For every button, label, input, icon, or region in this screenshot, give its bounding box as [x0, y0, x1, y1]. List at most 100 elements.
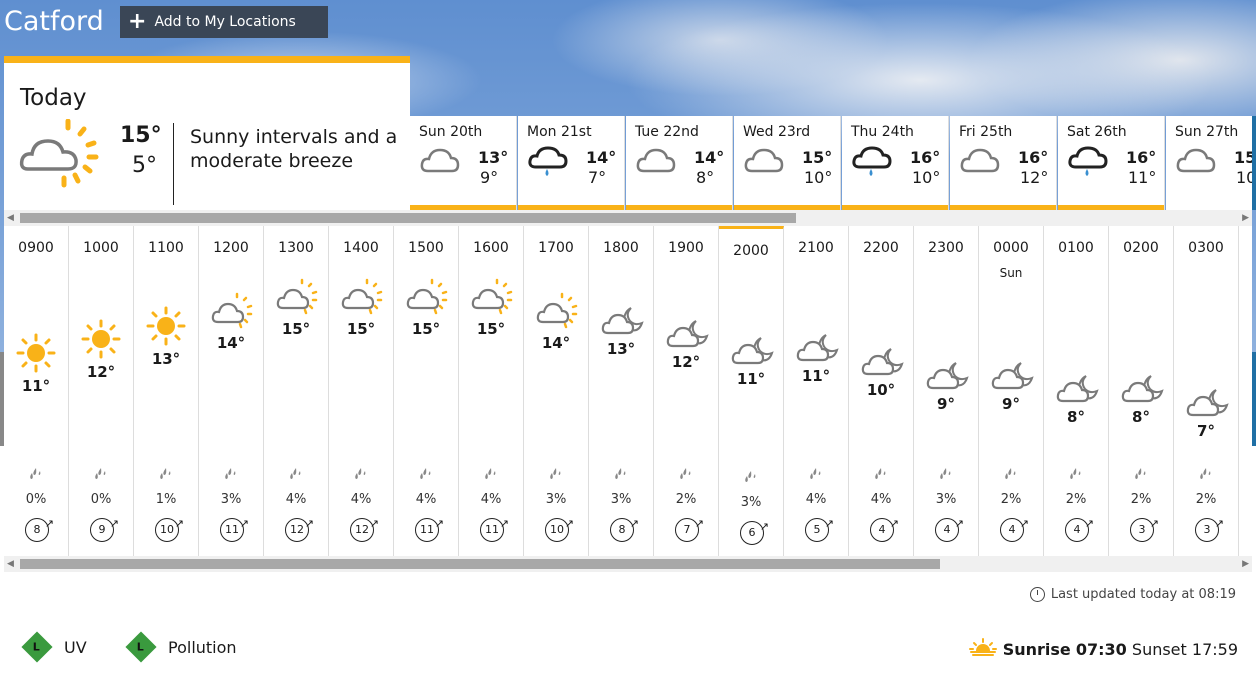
scrollbar-thumb[interactable] [20, 213, 796, 223]
hour-column[interactable]: 0300 7° 2% 3 ↗ [1174, 226, 1239, 556]
rain-chance: 3% [935, 492, 957, 507]
light-rain-icon [528, 146, 568, 182]
hour-column[interactable]: 1500 15° 4% 11 ↗ [394, 226, 459, 556]
day-tab-5[interactable]: Fri 25th 16° 12° [950, 116, 1057, 210]
add-to-locations-button[interactable]: + Add to My Locations [120, 6, 328, 38]
rain-chance: 4% [350, 492, 372, 507]
partly-cloudy-night-icon [1056, 374, 1100, 408]
uv-indicator[interactable]: L UV [21, 631, 87, 663]
sunset-time: 17:59 [1191, 639, 1238, 659]
partly-cloudy-night-icon [991, 361, 1035, 395]
wind-speed-badge: 11 ↗ [480, 517, 509, 542]
wind-speed-badge: 8 ↗ [610, 517, 639, 542]
day-tab-6[interactable]: Sat 26th 16° 11° [1058, 116, 1165, 210]
scroll-right-arrow-icon[interactable]: ▶ [1242, 559, 1249, 569]
hour-column[interactable]: 2200 10° 4% 4 ↗ [849, 226, 914, 556]
pollution-level-badge: L [125, 631, 157, 663]
scroll-left-arrow-icon[interactable]: ◀ [7, 213, 14, 223]
day-tab-7[interactable]: Sun 27th15°10° [1166, 116, 1256, 210]
light-rain-icon [1068, 146, 1108, 182]
rain-chance: 3% [545, 492, 567, 507]
hour-column[interactable]: 0100 8° 2% 4 ↗ [1044, 226, 1109, 556]
rain-drops-icon [418, 466, 434, 485]
day-high-temp: 14° [586, 148, 617, 167]
hour-column[interactable]: 1200 14° 3% 11 ↗ [199, 226, 264, 556]
scrollbar-thumb[interactable] [20, 559, 940, 569]
wind-speed-badge: 10 ↗ [545, 517, 574, 542]
hour-time: 1400 [343, 240, 379, 256]
rain-drops-icon [1068, 466, 1084, 485]
hour-temp: 13° [151, 349, 181, 368]
uv-level-text: L [33, 640, 41, 654]
rain-chance: 2% [1065, 492, 1087, 507]
rain-chance: 4% [285, 492, 307, 507]
hour-time: 1200 [213, 240, 249, 256]
rain-chance: 3% [610, 492, 632, 507]
hour-temp: 8° [1067, 408, 1085, 427]
cloud-icon [420, 146, 460, 178]
hour-time: 2000 [733, 243, 769, 259]
day-tab-3[interactable]: Wed 23rd 15° 10° [734, 116, 841, 210]
hour-column[interactable]: 1900 12° 2% 7 ↗ [654, 226, 719, 556]
wind-speed-badge: 11 ↗ [220, 517, 249, 542]
hour-column[interactable]: 2300 9° 3% 4 ↗ [914, 226, 979, 556]
daily-scrollbar[interactable]: ◀ ▶ [4, 210, 1252, 226]
rain-drops-icon [158, 466, 174, 485]
hour-column[interactable]: 1400 15° 4% 12 ↗ [329, 226, 394, 556]
location-title: Catford [4, 6, 104, 37]
hour-time: 1600 [473, 240, 509, 256]
wind-direction-icon: ↗ [954, 517, 964, 530]
hour-column[interactable]: 2100 11° 4% 5 ↗ [784, 226, 849, 556]
hour-temp: 15° [411, 320, 441, 338]
hour-column[interactable]: 2000 11° 3% 6 ↗ [719, 226, 784, 556]
rain-drops-icon [873, 466, 889, 485]
hour-column[interactable]: 1300 15° 4% 12 ↗ [264, 226, 329, 556]
hour-column[interactable]: 0200 8° 2% 3 ↗ [1109, 226, 1174, 556]
day-label: Fri 25th [959, 124, 1013, 140]
hour-column[interactable]: 0900 11° 0% 8 ↗ [4, 226, 69, 556]
day-low-temp: 9° [480, 168, 499, 187]
rain-chance: 3% [740, 495, 762, 510]
rain-chance: 2% [1195, 492, 1217, 507]
wind-speed-badge: 4 ↗ [1065, 517, 1094, 542]
wind-direction-icon: ↗ [1214, 517, 1224, 530]
wind-speed: 11 [420, 523, 434, 536]
clock-icon [1029, 587, 1045, 602]
scroll-right-arrow-icon[interactable]: ▶ [1242, 213, 1249, 223]
day-tab-4[interactable]: Thu 24th 16° 10° [842, 116, 949, 210]
scroll-left-arrow-icon[interactable]: ◀ [7, 559, 14, 569]
right-edge-strip [1252, 352, 1256, 446]
wind-speed: 10 [160, 523, 174, 536]
day-tab-0[interactable]: Sun 20th 13° 9° [410, 116, 517, 210]
hour-time: 2200 [863, 240, 899, 256]
day-high-temp: 16° [1018, 148, 1049, 167]
today-panel[interactable]: Today 15° 5° Sunny intervals and a moder… [4, 56, 410, 210]
rain-drops-icon [743, 469, 759, 488]
hour-column[interactable]: 1100 13° 1% 10 ↗ [134, 226, 199, 556]
pollution-indicator[interactable]: L Pollution [125, 631, 237, 663]
day-label: Sat 26th [1067, 124, 1127, 140]
hour-column[interactable]: 0000 Sun 9° 2% 4 ↗ [979, 226, 1044, 556]
rain-drops-icon [613, 466, 629, 485]
wind-direction-icon: ↗ [1149, 517, 1159, 530]
hour-column[interactable]: 1700 14° 3% 10 ↗ [524, 226, 589, 556]
wind-speed-badge: 6 ↗ [740, 520, 769, 545]
hour-temp: 13° [606, 339, 636, 358]
day-tab-2[interactable]: Tue 22nd 14° 8° [626, 116, 733, 210]
wind-speed: 4 [943, 523, 951, 536]
plus-icon: + [128, 9, 147, 34]
day-tab-1[interactable]: Mon 21st 14° 7° [518, 116, 625, 210]
hour-time: 0200 [1123, 240, 1159, 256]
partly-cloudy-night-icon [601, 306, 645, 340]
sun-icon [16, 333, 56, 377]
cloud-icon [636, 146, 676, 178]
rain-chance: 4% [870, 492, 892, 507]
hour-column[interactable]: 1000 12° 0% 9 ↗ [69, 226, 134, 556]
wind-speed-badge: 3 ↗ [1130, 517, 1159, 542]
wind-speed: 8 [618, 523, 626, 536]
hour-column[interactable]: 1800 13° 3% 8 ↗ [589, 226, 654, 556]
hourly-scrollbar[interactable]: ◀ ▶ [4, 556, 1252, 572]
hour-column[interactable]: 1600 15° 4% 11 ↗ [459, 226, 524, 556]
day-low-temp: 12° [1020, 168, 1049, 187]
wind-speed-badge: 3 ↗ [1195, 517, 1224, 542]
